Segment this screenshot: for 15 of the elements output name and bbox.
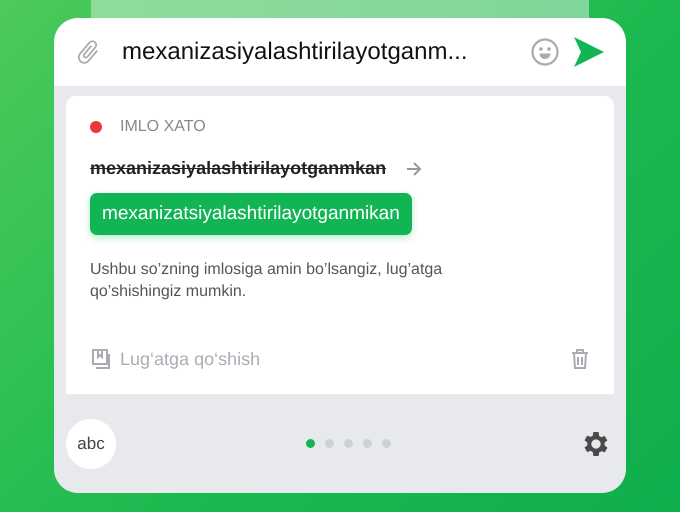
keyboard-switch-button[interactable]: abc [66, 418, 116, 468]
page-dot[interactable] [324, 439, 334, 448]
page-dot[interactable] [306, 439, 314, 448]
hint-text: Ushbu so’zning imlosiga amin bo’lsangiz, lug’atga qo’shishingiz mumkin. [90, 260, 444, 302]
arrow-icon [406, 160, 422, 176]
send-icon[interactable] [572, 35, 606, 69]
trash-icon[interactable] [570, 348, 590, 370]
error-category: IMLO XATO [120, 118, 206, 136]
bookmark-book-icon [90, 348, 112, 370]
page-dot[interactable] [344, 439, 352, 448]
emoji-icon[interactable] [530, 37, 560, 67]
page-dot[interactable] [382, 439, 390, 448]
page-dot[interactable] [362, 439, 372, 448]
message-input[interactable]: mexanizasiyalashtirilayotganm... [114, 38, 518, 66]
misspelled-word: mexanizasiyalashtirilayotganmkan [90, 158, 386, 179]
